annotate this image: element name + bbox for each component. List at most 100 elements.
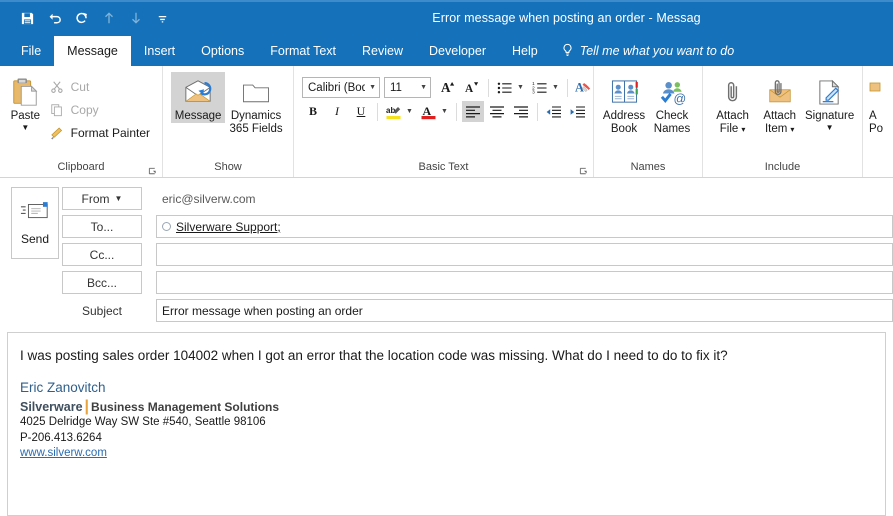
signature-caret-icon[interactable]: ▼ — [826, 124, 834, 132]
recipient-chip[interactable]: Silverware Support; — [162, 220, 281, 234]
svg-text:@: @ — [673, 92, 686, 106]
subject-input[interactable]: Error message when posting an order — [156, 299, 893, 322]
cut-button[interactable]: Cut — [45, 76, 156, 98]
text-highlight-color-button[interactable]: ab — [383, 101, 405, 122]
tags-group-label — [863, 160, 893, 177]
clipboard-group-label: Clipboard — [0, 160, 162, 177]
svg-text:A: A — [440, 80, 450, 95]
from-button[interactable]: From ▼ — [62, 187, 142, 210]
font-color-button[interactable]: A — [418, 101, 440, 122]
dynamics-365-fields-label-line1: Dynamics — [231, 110, 281, 122]
to-button[interactable]: To... — [62, 215, 142, 238]
underline-button[interactable]: U — [350, 101, 372, 122]
message-body[interactable]: I was posting sales order 104002 when I … — [7, 332, 886, 516]
bullets-caret-icon[interactable]: ▼ — [516, 84, 527, 91]
from-caret-icon[interactable]: ▼ — [115, 194, 123, 203]
attach-file-label-line2: File — [720, 123, 739, 135]
paperclip-icon — [721, 75, 745, 109]
highlight-caret-icon[interactable]: ▼ — [405, 108, 416, 115]
assign-policy-button[interactable]: A Po — [869, 72, 893, 136]
font-size-caret-icon[interactable]: ▼ — [416, 84, 427, 91]
compose-header: Send From ▼ eric@silverw.com To... Silve… — [0, 178, 893, 330]
numbering-button[interactable]: 123 — [529, 77, 551, 98]
bcc-button[interactable]: Bcc... — [62, 271, 142, 294]
ribbon: Paste ▼ Cut Copy — [0, 66, 893, 178]
signature-company-line: Silverware|Business Management Solutions — [20, 399, 873, 416]
names-group-label: Names — [594, 160, 702, 177]
copy-button[interactable]: Copy — [45, 99, 156, 121]
basic-text-dialog-launcher-icon[interactable] — [579, 167, 588, 176]
undo-icon[interactable] — [41, 5, 68, 32]
tell-me-search[interactable]: Tell me what you want to do — [551, 36, 745, 66]
signature-button[interactable]: Signature ▼ — [803, 72, 856, 132]
to-input[interactable]: Silverware Support; — [156, 215, 893, 238]
bold-button[interactable]: B — [302, 101, 324, 122]
decrease-indent-button[interactable] — [543, 101, 565, 122]
tab-insert[interactable]: Insert — [131, 36, 188, 66]
include-group-label-text: Include — [765, 161, 800, 173]
paste-button[interactable]: Paste ▼ — [6, 72, 45, 132]
shrink-font-button[interactable]: A — [461, 77, 483, 98]
presence-status-icon — [162, 222, 171, 231]
attach-file-caret-icon[interactable]: ▾ — [741, 125, 745, 134]
tab-format-text[interactable]: Format Text — [257, 36, 349, 66]
attach-item-caret-icon[interactable]: ▾ — [790, 125, 794, 134]
grow-font-button[interactable]: A — [437, 77, 459, 98]
signature-label: Signature — [805, 110, 854, 123]
tab-options[interactable]: Options — [188, 36, 257, 66]
cc-row: Cc... — [62, 243, 893, 266]
tab-file[interactable]: File — [8, 36, 54, 66]
redo-icon[interactable] — [68, 5, 95, 32]
customize-quick-access-toolbar-icon[interactable] — [149, 5, 176, 32]
tab-review[interactable]: Review — [349, 36, 416, 66]
align-left-button[interactable] — [462, 101, 484, 122]
format-painter-icon — [48, 126, 66, 141]
format-painter-button[interactable]: Format Painter — [45, 122, 156, 144]
show-message-button[interactable]: Message — [171, 72, 225, 123]
from-value[interactable]: eric@silverw.com — [156, 187, 893, 210]
tab-developer[interactable]: Developer — [416, 36, 499, 66]
signature-company: Silverware — [20, 400, 83, 414]
to-value: Silverware Support; — [176, 220, 281, 234]
divider — [567, 79, 568, 97]
attach-item-button[interactable]: Attach Item▾ — [756, 72, 803, 136]
subject-label: Subject — [62, 299, 142, 322]
paste-icon — [10, 75, 40, 109]
ribbon-group-basic-text: Calibri (Bod ▼ 11 ▼ A A — [294, 66, 594, 177]
basic-text-group-label-text: Basic Text — [419, 161, 469, 173]
check-names-button[interactable]: @ Check Names — [648, 72, 696, 136]
increase-indent-button[interactable] — [567, 101, 589, 122]
attach-file-button[interactable]: Attach File▾ — [709, 72, 756, 136]
bullets-button[interactable] — [494, 77, 516, 98]
tab-help[interactable]: Help — [499, 36, 551, 66]
save-icon[interactable] — [14, 5, 41, 32]
signature-separator: | — [83, 398, 91, 415]
numbering-caret-icon[interactable]: ▼ — [551, 84, 562, 91]
paste-dropdown-caret-icon[interactable]: ▼ — [21, 124, 29, 132]
font-name-caret-icon[interactable]: ▼ — [365, 84, 376, 91]
next-item-icon[interactable] — [122, 5, 149, 32]
italic-button[interactable]: I — [326, 101, 348, 122]
address-book-button[interactable]: Address Book — [600, 72, 648, 136]
send-column: Send — [0, 187, 62, 322]
send-button[interactable]: Send — [11, 187, 59, 259]
names-group-label-text: Names — [631, 161, 666, 173]
title-bar: Error message when posting an order - Me… — [0, 0, 893, 36]
align-center-button[interactable] — [486, 101, 508, 122]
font-name-combo[interactable]: Calibri (Bod ▼ — [302, 77, 380, 98]
align-right-button[interactable] — [510, 101, 532, 122]
dynamics-365-fields-button[interactable]: Dynamics 365 Fields — [225, 72, 287, 136]
cc-button[interactable]: Cc... — [62, 243, 142, 266]
font-color-caret-icon[interactable]: ▼ — [440, 108, 451, 115]
clear-formatting-button[interactable]: A — [573, 77, 595, 98]
basic-text-row-1: Calibri (Bod ▼ 11 ▼ A A — [302, 77, 595, 98]
bcc-input[interactable] — [156, 271, 893, 294]
signature-phone: P-206.413.6264 — [20, 431, 873, 447]
signature-website-link[interactable]: www.silverw.com — [20, 446, 873, 462]
font-size-combo[interactable]: 11 ▼ — [384, 77, 431, 98]
tab-message[interactable]: Message — [54, 36, 131, 66]
previous-item-icon[interactable] — [95, 5, 122, 32]
cc-input[interactable] — [156, 243, 893, 266]
to-row: To... Silverware Support; — [62, 215, 893, 238]
clipboard-dialog-launcher-icon[interactable] — [148, 167, 157, 176]
